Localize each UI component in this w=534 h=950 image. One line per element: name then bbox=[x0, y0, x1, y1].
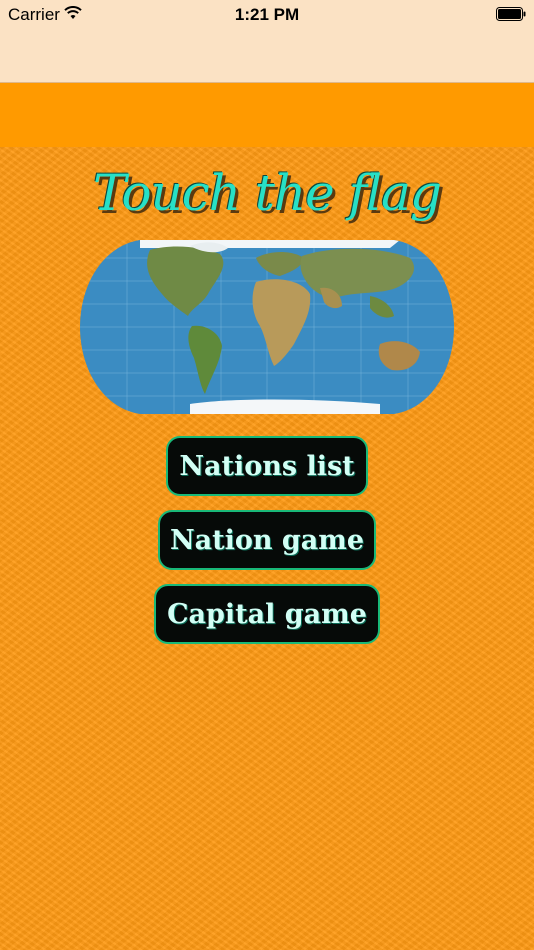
status-bar: Carrier 1:21 PM bbox=[0, 0, 534, 30]
world-map-image bbox=[80, 240, 454, 414]
clock: 1:21 PM bbox=[234, 5, 300, 24]
nations-list-button[interactable]: Nations list bbox=[166, 436, 368, 496]
header-band bbox=[0, 83, 534, 147]
capital-game-button[interactable]: Capital game bbox=[154, 584, 380, 644]
battery-icon bbox=[496, 7, 526, 21]
nation-game-button[interactable]: Nation game bbox=[158, 510, 376, 570]
navigation-bar bbox=[0, 30, 534, 83]
app-title: Touch the flag bbox=[93, 164, 442, 222]
